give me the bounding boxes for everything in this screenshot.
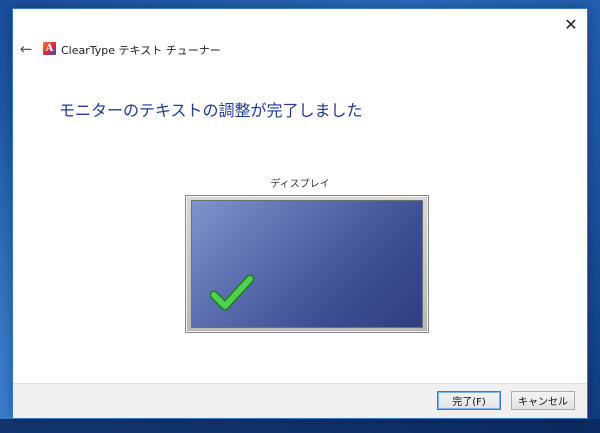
close-icon[interactable]: ✕	[555, 9, 587, 39]
display-label: ディスプレイ	[270, 179, 330, 190]
app-title: ClearType テキスト チューナー	[61, 44, 221, 57]
monitor-frame	[185, 195, 429, 333]
title-bar: ✕	[13, 9, 587, 39]
finish-button[interactable]: 完了(F)	[437, 391, 501, 410]
wizard-footer: 完了(F) キャンセル	[13, 383, 587, 418]
checkmark-icon	[210, 275, 254, 311]
cleartype-wizard-window: ✕ ← A ClearType テキスト チューナー モニターのテキストの調整が…	[12, 8, 588, 419]
back-arrow-icon[interactable]: ←	[15, 39, 37, 59]
taskbar-edge	[0, 419, 600, 433]
cancel-button[interactable]: キャンセル	[511, 391, 575, 410]
cleartype-app-icon: A	[43, 42, 56, 55]
monitor-screen	[191, 200, 423, 328]
page-heading: モニターのテキストの調整が完了しました	[59, 101, 363, 120]
